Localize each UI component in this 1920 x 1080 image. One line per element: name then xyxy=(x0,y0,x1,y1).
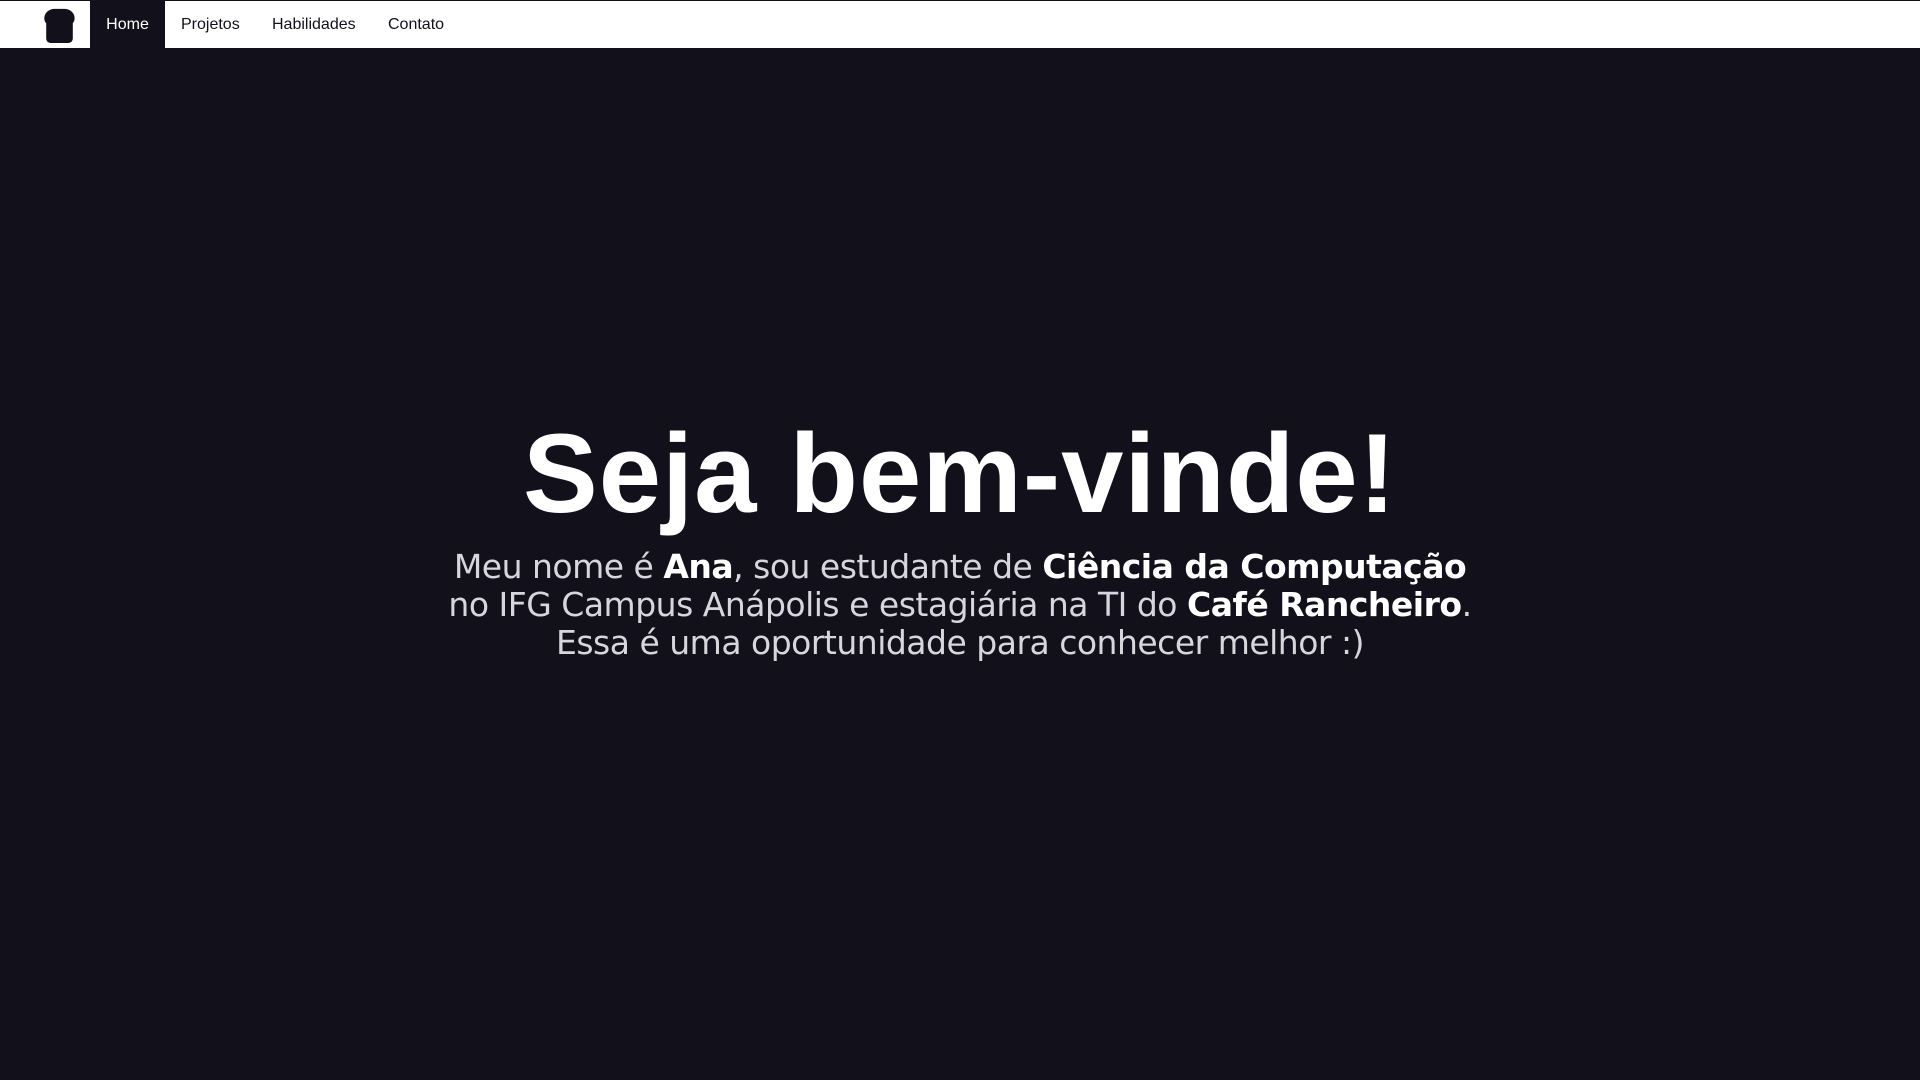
course-highlight: Ciência da Computação xyxy=(1042,547,1467,586)
hero-text-line-1: Meu nome é Ana, sou estudante de Ciência… xyxy=(0,548,1920,586)
name-highlight: Ana xyxy=(663,547,734,586)
top-navbar: Home Projetos Habilidades Contato xyxy=(0,0,1920,48)
school-text: no IFG Campus Anápolis e estagiária na T… xyxy=(448,585,1187,624)
hero-text-line-3: Essa é uma oportunidade para conhecer me… xyxy=(556,623,1364,662)
nav-item-projetos[interactable]: Projetos xyxy=(181,1,240,48)
hero-text-line-2: no IFG Campus Anápolis e estagiária na T… xyxy=(0,586,1920,624)
company-highlight: Café Rancheiro xyxy=(1186,585,1462,624)
bread-icon[interactable] xyxy=(40,6,79,44)
period-text: . xyxy=(1461,585,1473,624)
nav-item-habilidades[interactable]: Habilidades xyxy=(272,1,356,48)
intro-text-continued: , sou estudante de xyxy=(733,547,1043,586)
nav-item-contato[interactable]: Contato xyxy=(388,1,444,48)
hero-title: Seja bem-vinde! xyxy=(523,411,1397,536)
hero-section: Seja bem-vinde! Meu nome é Ana, sou estu… xyxy=(0,400,1920,662)
intro-text: Meu nome é xyxy=(453,547,664,586)
nav-item-home[interactable]: Home xyxy=(90,1,165,48)
